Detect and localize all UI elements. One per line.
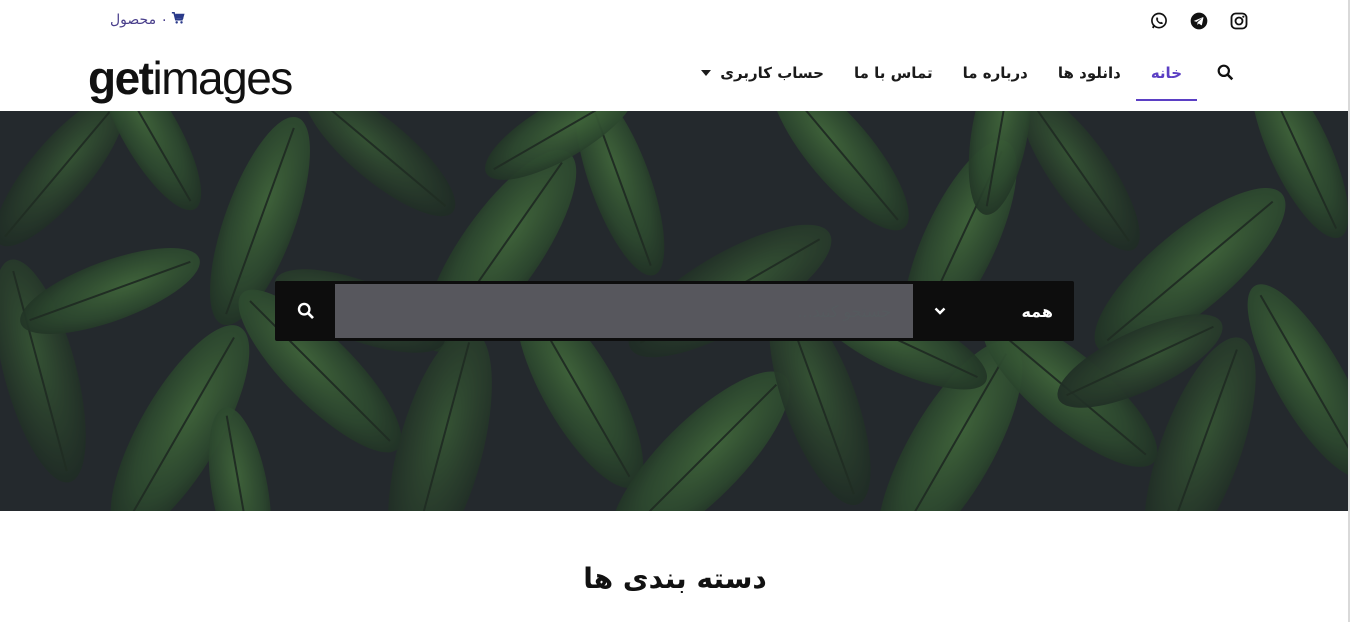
- nav-item-downloads[interactable]: دانلود ها: [1043, 44, 1136, 101]
- main-nav: خانه دانلود ها درباره ما تماس با ما حساب…: [686, 44, 1244, 101]
- nav-item-account[interactable]: حساب کاربری: [686, 44, 839, 101]
- site-header: getimages خانه دانلود ها درباره ما تماس …: [0, 44, 1350, 111]
- nav-item-about[interactable]: درباره ما: [948, 44, 1043, 101]
- site-logo[interactable]: getimages: [88, 50, 293, 106]
- section-title: دسته بندی ها: [583, 562, 767, 595]
- search-input[interactable]: [335, 284, 913, 338]
- whatsapp-icon[interactable]: [1148, 10, 1170, 32]
- hero-banner: همه: [0, 111, 1348, 511]
- category-select-value: همه: [1021, 301, 1053, 321]
- nav-item-contact[interactable]: تماس با ما: [839, 44, 948, 101]
- top-bar: ۰ محصول: [0, 0, 1350, 44]
- telegram-icon[interactable]: [1188, 10, 1210, 32]
- search-icon[interactable]: [1197, 44, 1244, 101]
- search-icon: [297, 302, 314, 319]
- search-bar: همه: [275, 281, 1074, 341]
- instagram-icon[interactable]: [1228, 10, 1250, 32]
- cart-link[interactable]: ۰ محصول: [110, 11, 185, 29]
- category-select[interactable]: همه: [913, 282, 1073, 340]
- nav-item-home[interactable]: خانه: [1135, 44, 1198, 101]
- cart-label: ۰ محصول: [110, 12, 169, 28]
- cart-icon: [171, 11, 185, 29]
- chevron-down-icon: [934, 307, 946, 315]
- social-links: [1148, 10, 1250, 32]
- search-submit-button[interactable]: [276, 282, 335, 340]
- caret-down-icon: [701, 69, 712, 76]
